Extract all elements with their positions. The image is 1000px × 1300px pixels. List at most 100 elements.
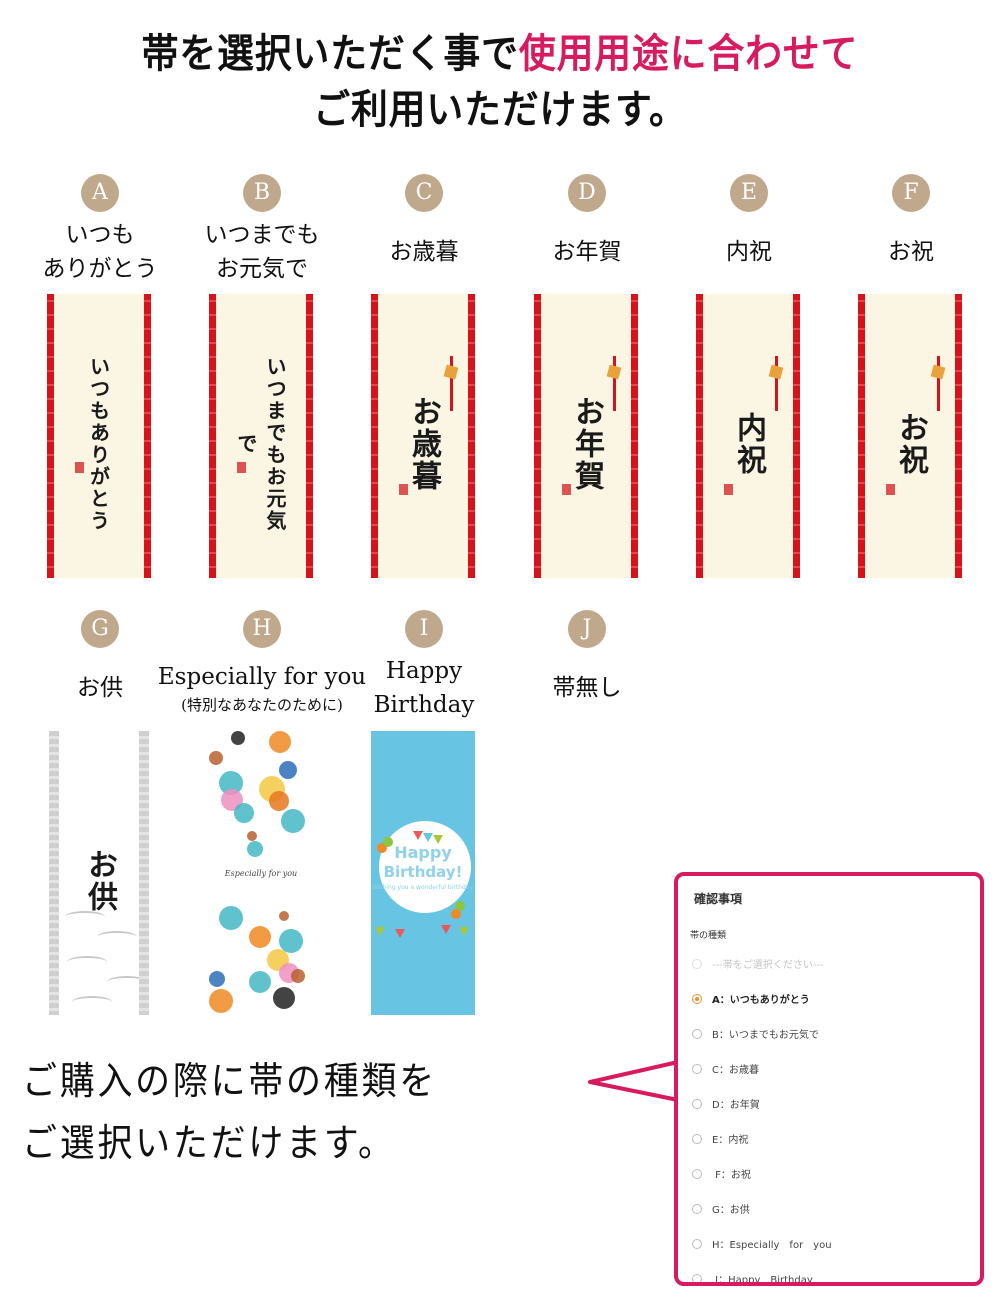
bunting-flag-icon bbox=[423, 833, 433, 842]
bunting-flag-icon bbox=[441, 925, 451, 934]
radio-button[interactable] bbox=[692, 958, 702, 969]
band-option-i: I Happy Birthday bbox=[354, 610, 494, 724]
band-option-f: F お祝 bbox=[841, 174, 981, 288]
wave-pattern-icon bbox=[72, 996, 112, 1008]
option-label-line: お年賀 bbox=[552, 239, 622, 265]
doodle-shape-icon bbox=[247, 841, 263, 857]
option-label: お祝 bbox=[841, 216, 981, 288]
option-label-line: お祝 bbox=[888, 239, 934, 265]
radio-button[interactable] bbox=[692, 1168, 702, 1179]
radio-option[interactable]: A：いつもありがとう bbox=[692, 991, 810, 1006]
radio-button[interactable] bbox=[692, 1063, 702, 1074]
radio-option[interactable]: F：お祝 bbox=[692, 1166, 751, 1181]
radio-option[interactable]: C：お歳暮 bbox=[692, 1061, 759, 1076]
option-letter-badge: D bbox=[568, 174, 606, 212]
band-calligraphy: いつもありがとう bbox=[86, 356, 111, 532]
radio-option-label: D：お年賀 bbox=[712, 1100, 760, 1111]
option-label: いつも ありがとう bbox=[30, 216, 170, 288]
charm-ornament-icon bbox=[775, 356, 778, 411]
doodle-shape-icon bbox=[273, 987, 295, 1009]
radio-option[interactable]: H：Especially for you bbox=[692, 1236, 832, 1251]
radio-button[interactable] bbox=[692, 1203, 702, 1214]
option-label-line: 内祝 bbox=[726, 239, 772, 265]
radio-option-label: I：Happy Birthday bbox=[712, 1275, 813, 1286]
band-image-d: お年賀 bbox=[534, 294, 638, 578]
radio-option-label: A：いつもありがとう bbox=[712, 995, 810, 1006]
option-label: Happy Birthday bbox=[354, 652, 494, 724]
band-image-f: お祝 bbox=[858, 294, 962, 578]
birthday-wish-text: Wishing you a wonderful birthday. bbox=[371, 884, 475, 891]
band-script-text: Especially for you bbox=[224, 869, 298, 878]
seal-stamp-icon bbox=[562, 484, 571, 495]
radio-button-selected[interactable] bbox=[692, 993, 702, 1004]
seal-stamp-icon bbox=[75, 462, 84, 473]
doodle-shape-icon bbox=[279, 911, 289, 921]
headline-plain: 帯を選択いただく事で bbox=[141, 31, 519, 77]
radio-option[interactable]: E：内祝 bbox=[692, 1131, 748, 1146]
band-option-h: H Especially for you (特別なあなたのために) bbox=[158, 610, 366, 724]
option-label-line: いつも bbox=[65, 222, 135, 248]
bunting-flag-icon bbox=[395, 929, 405, 938]
radio-option-label: B：いつまでもお元気で bbox=[712, 1030, 819, 1041]
band-calligraphy: 内祝 bbox=[731, 412, 766, 476]
wave-pattern-icon bbox=[97, 931, 137, 943]
radio-button[interactable] bbox=[692, 1133, 702, 1144]
option-letter-badge: H bbox=[243, 610, 281, 648]
radio-button[interactable] bbox=[692, 1098, 702, 1109]
heart-icon bbox=[383, 837, 393, 847]
radio-button[interactable] bbox=[692, 1238, 702, 1249]
band-calligraphy: お歳暮 bbox=[406, 396, 441, 492]
radio-button[interactable] bbox=[692, 1028, 702, 1039]
doodle-shape-icon bbox=[269, 731, 291, 753]
band-image-g: お供 bbox=[47, 731, 151, 1015]
option-label: 帯無し bbox=[517, 652, 657, 724]
option-label-line: ありがとう bbox=[42, 256, 158, 282]
option-label-line: お供 bbox=[77, 675, 123, 701]
doodle-shape-icon bbox=[269, 791, 289, 811]
band-option-g: G お供 bbox=[30, 610, 170, 724]
doodle-shape-icon bbox=[219, 906, 243, 930]
option-label-line: (特別なあなたのために) bbox=[181, 696, 343, 714]
radio-option[interactable]: D：お年賀 bbox=[692, 1096, 760, 1111]
option-label-line: お元気で bbox=[216, 256, 308, 282]
band-calligraphy: いつまでもお元気で bbox=[234, 356, 287, 532]
radio-option-label: G：お供 bbox=[712, 1205, 750, 1216]
option-label-line: Happy bbox=[385, 658, 463, 684]
headline: 帯を選択いただく事で使用用途に合わせて ご利用いただけます。 bbox=[40, 26, 960, 138]
radio-button[interactable] bbox=[692, 1273, 702, 1282]
radio-option-placeholder[interactable]: ---帯をご選択ください--- bbox=[692, 956, 824, 971]
bottom-caption-line-1: ご購入の際に帯の種類を bbox=[22, 1059, 437, 1103]
bottom-caption: ご購入の際に帯の種類を ご選択いただけます。 bbox=[22, 1050, 437, 1174]
option-label: お歳暮 bbox=[354, 216, 494, 288]
band-image-c: お歳暮 bbox=[371, 294, 475, 578]
charm-ornament-icon bbox=[613, 356, 616, 411]
doodle-shape-icon bbox=[291, 969, 305, 983]
wave-pattern-icon bbox=[65, 911, 105, 923]
bunting-flag-icon bbox=[459, 927, 469, 936]
wave-pattern-icon bbox=[107, 976, 147, 988]
bunting-flag-icon bbox=[413, 831, 423, 840]
band-option-e: E 内祝 bbox=[679, 174, 819, 288]
radio-option-label: E：内祝 bbox=[712, 1135, 749, 1146]
charm-ornament-icon bbox=[937, 356, 940, 411]
doodle-shape-icon bbox=[209, 989, 233, 1013]
radio-option[interactable]: B：いつまでもお元気で bbox=[692, 1026, 819, 1041]
option-letter-badge: B bbox=[243, 174, 281, 212]
radio-option[interactable]: I：Happy Birthday bbox=[692, 1271, 813, 1286]
doodle-shape-icon bbox=[209, 751, 223, 765]
seal-stamp-icon bbox=[399, 484, 408, 495]
doodle-shape-icon bbox=[231, 731, 245, 745]
doodle-shape-icon bbox=[247, 831, 257, 841]
option-panel-callout: 確認事項 帯の種類 ---帯をご選択ください--- A：いつもありがとう B：いつ… bbox=[674, 872, 984, 1286]
band-image-a: いつもありがとう bbox=[47, 294, 151, 578]
doodle-shape-icon bbox=[234, 803, 254, 823]
radio-option[interactable]: G：お供 bbox=[692, 1201, 750, 1216]
seal-stamp-icon bbox=[886, 484, 895, 495]
band-type-label: 帯の種類 bbox=[690, 931, 727, 941]
radio-option-label: ---帯をご選択ください--- bbox=[712, 960, 824, 971]
doodle-shape-icon bbox=[209, 971, 225, 987]
headline-accent: 使用用途に合わせて bbox=[518, 31, 859, 77]
option-label-line: 帯無し bbox=[552, 675, 622, 701]
option-letter-badge: G bbox=[81, 610, 119, 648]
band-image-b: いつまでもお元気で bbox=[209, 294, 313, 578]
